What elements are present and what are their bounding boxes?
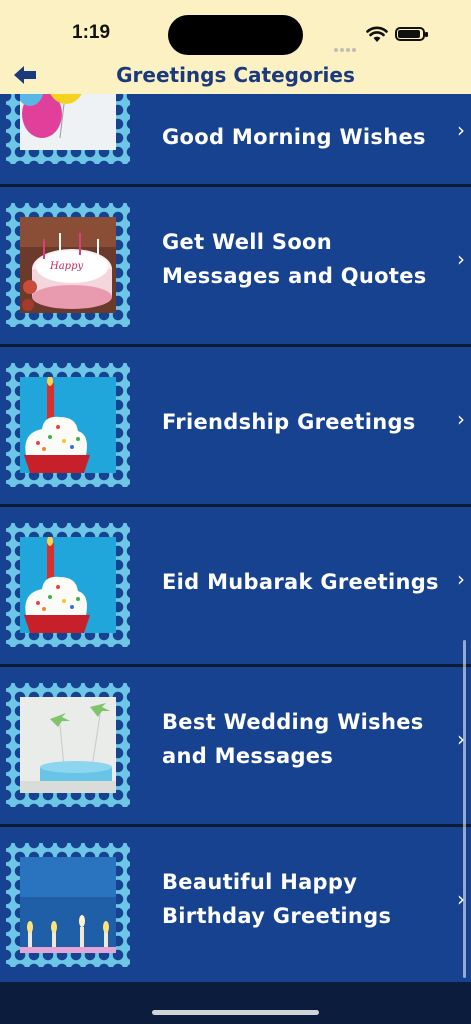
chevron-right-icon: › bbox=[457, 567, 465, 591]
navigation-bar: Greetings Categories bbox=[0, 58, 471, 94]
page-title: Greetings Categories bbox=[116, 63, 355, 87]
wifi-icon bbox=[366, 26, 388, 42]
chevron-right-icon: › bbox=[457, 118, 465, 142]
cupcake-candle-thumbnail bbox=[20, 537, 116, 633]
chevron-right-icon: › bbox=[457, 407, 465, 431]
category-label: Best Wedding Wishes and Messages bbox=[162, 710, 424, 768]
category-row-friendship[interactable]: Friendship Greetings › bbox=[0, 347, 471, 507]
birthday-cake-thumbnail: Happy bbox=[20, 217, 116, 313]
category-label: Beautiful Happy Birthday Greetings bbox=[162, 870, 392, 928]
category-row-wedding[interactable]: Best Wedding Wishes and Messages › bbox=[0, 667, 471, 827]
balloons-thumbnail bbox=[20, 94, 116, 150]
category-label: Eid Mubarak Greetings bbox=[162, 570, 439, 594]
home-indicator[interactable] bbox=[152, 1010, 319, 1015]
status-bar: 1:19 bbox=[0, 0, 471, 58]
bottom-safe-area bbox=[0, 982, 471, 1024]
category-row-get-well-soon[interactable]: Happy Get Well Soon Messages and Quotes … bbox=[0, 187, 471, 347]
scroll-indicator[interactable] bbox=[463, 640, 466, 978]
status-time: 1:19 bbox=[72, 22, 111, 43]
battery-icon bbox=[395, 27, 428, 41]
category-label: Good Morning Wishes bbox=[162, 125, 426, 149]
category-row-happy-birthday[interactable]: Beautiful Happy Birthday Greetings › bbox=[0, 827, 471, 982]
candles-thumbnail bbox=[20, 857, 116, 953]
category-row-eid-mubarak[interactable]: Eid Mubarak Greetings › bbox=[0, 507, 471, 667]
category-row-good-morning[interactable]: Good Morning Wishes › bbox=[0, 94, 471, 187]
chevron-right-icon: › bbox=[457, 247, 465, 271]
blue-cake-airplanes-thumbnail bbox=[20, 697, 116, 793]
cellular-signal-icon bbox=[334, 37, 358, 56]
svg-text:Happy: Happy bbox=[49, 261, 83, 272]
category-list[interactable]: Good Morning Wishes › Happy Get Well Soo… bbox=[0, 94, 471, 982]
category-label: Get Well Soon Messages and Quotes bbox=[162, 230, 427, 288]
category-label: Friendship Greetings bbox=[162, 410, 416, 434]
cupcake-candle-thumbnail bbox=[20, 377, 116, 473]
dynamic-island bbox=[168, 15, 303, 55]
